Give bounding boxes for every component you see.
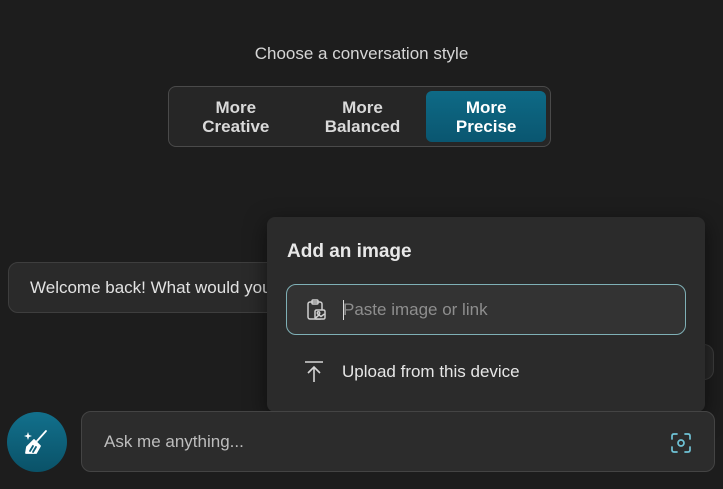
style-option-balanced[interactable]: More Balanced: [299, 91, 427, 142]
welcome-message: Welcome back! What would you: [8, 262, 298, 313]
upload-from-device-button[interactable]: Upload from this device: [286, 352, 686, 392]
popup-title: Add an image: [287, 241, 412, 262]
broom-icon: [24, 430, 47, 454]
style-option-precise[interactable]: More Precise: [426, 91, 546, 142]
ask-input[interactable]: [104, 412, 644, 471]
visual-search-icon[interactable]: [670, 432, 692, 454]
conversation-style-selector: More Creative More Balanced More Precise: [168, 86, 551, 147]
style-heading: Choose a conversation style: [254, 44, 469, 63]
paste-image-input[interactable]: [343, 285, 673, 334]
add-image-popup: Add an image Upload from this device: [267, 217, 705, 412]
upload-label: Upload from this device: [342, 362, 520, 381]
style-option-creative[interactable]: More Creative: [173, 91, 299, 142]
upload-icon: [305, 361, 323, 382]
clipboard-image-icon: [307, 299, 326, 320]
paste-image-field[interactable]: [286, 284, 686, 335]
text-cursor: [343, 300, 344, 320]
chat-input-box[interactable]: [81, 411, 715, 472]
new-topic-button[interactable]: [7, 412, 67, 472]
